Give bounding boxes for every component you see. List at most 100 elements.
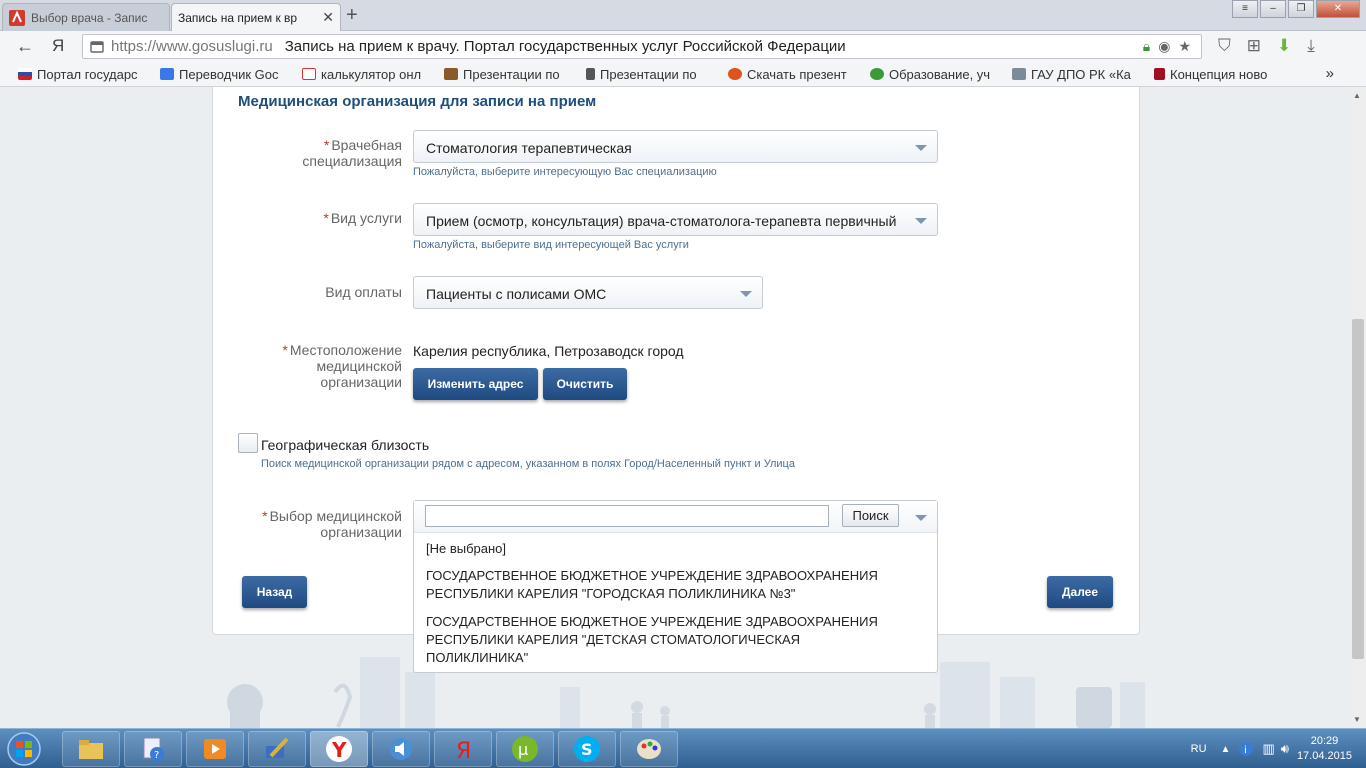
yandex-icon: Я <box>456 739 471 762</box>
geo-proximity-hint: Поиск медицинской организации рядом с ад… <box>261 458 795 470</box>
geo-proximity-checkbox[interactable] <box>238 433 258 453</box>
volume-taskbar-button[interactable] <box>372 731 430 767</box>
dropdown-option[interactable]: ГОСУДАРСТВЕННОЕ БЮДЖЕТНОЕ УЧРЕЖДЕНИЕ ЗДР… <box>414 567 937 603</box>
clock[interactable]: 20:29 17.04.2015 <box>1297 734 1352 764</box>
yandex-favicon-icon <box>302 68 316 80</box>
scrollbar-thumb[interactable] <box>1352 319 1364 659</box>
svg-text:S: S <box>581 740 593 759</box>
payment-select[interactable]: Пациенты с полисами ОМС <box>413 276 763 309</box>
education-icon <box>870 68 884 80</box>
bookmark-flag-icon <box>1154 68 1165 80</box>
tray-arrow-icon[interactable]: ▲ <box>1221 744 1231 755</box>
tab-doctor-selection[interactable]: Выбор врача - Запис <box>2 3 170 31</box>
bookmark-item[interactable]: Скачать презент <box>728 67 856 82</box>
bookmark-item[interactable]: ГАУ ДПО РК «Ка <box>1012 67 1140 82</box>
paint-brush-taskbar-button[interactable] <box>248 731 306 767</box>
skype-taskbar-button[interactable]: S <box>558 731 616 767</box>
organization-dropdown[interactable]: Поиск [Не выбрано] ГОСУДАРСТВЕННОЕ БЮДЖЕ… <box>413 500 938 673</box>
address-field[interactable]: https://www.gosuslugi.ru Запись на прием… <box>82 34 1202 59</box>
lock-icon[interactable]: 🔒︎ <box>1143 38 1150 55</box>
tab-label: Выбор врача - Запис <box>31 10 148 25</box>
yandex-taskbar-button[interactable]: Я <box>434 731 492 767</box>
language-indicator[interactable]: RU <box>1191 743 1207 755</box>
next-button[interactable]: Далее <box>1047 576 1113 608</box>
geo-proximity-label: Географическая близость <box>261 437 430 453</box>
yandex-icon[interactable]: Я <box>52 36 64 56</box>
bookmarks-more-icon[interactable]: » <box>1326 65 1334 82</box>
hourglass-icon <box>586 68 595 80</box>
page-title-text: Запись на прием к врачу. Портал государс… <box>284 38 846 55</box>
payment-label: Вид оплаты <box>325 284 402 300</box>
maximize-icon[interactable]: ❐ <box>1288 0 1314 18</box>
menu-icon[interactable]: ≡ <box>1232 0 1258 18</box>
page-info-icon[interactable] <box>89 39 105 55</box>
close-window-icon[interactable]: ✕ <box>1316 0 1360 18</box>
service-select[interactable]: Прием (осмотр, консультация) врача-стома… <box>413 203 938 236</box>
info-icon[interactable]: i <box>1238 741 1254 757</box>
clock-date: 17.04.2015 <box>1296 750 1352 762</box>
clear-button[interactable]: Очистить <box>543 368 627 400</box>
bookmark-item[interactable]: Образование, уч <box>870 67 998 82</box>
location-value: Карелия республика, Петрозаводск город <box>413 343 684 359</box>
yandex-browser-taskbar-button[interactable]: Y <box>310 731 368 767</box>
close-tab-icon[interactable]: ✕ <box>322 9 334 26</box>
grid-icon[interactable]: ⊞ <box>1247 36 1261 56</box>
page-content: Медицинская организация для записи на пр… <box>0 87 1366 728</box>
specialization-value: Стоматология терапевтическая <box>426 140 632 156</box>
dropdown-option[interactable]: ГОСУДАРСТВЕННОЕ БЮДЖЕТНОЕ УЧРЕЖДЕНИЕ ЗДР… <box>414 613 937 667</box>
change-address-button[interactable]: Изменить адрес <box>413 368 538 400</box>
search-button[interactable]: Поиск <box>842 504 899 527</box>
bookmark-item[interactable]: Концепция ново <box>1154 67 1282 82</box>
lightbulb-icon[interactable]: ◉ <box>1158 38 1170 55</box>
address-bar-row: ← Я https://www.gosuslugi.ru Запись на п… <box>0 31 1366 62</box>
required-mark: * <box>323 137 330 153</box>
institute-icon <box>1012 68 1026 80</box>
paint-taskbar-button[interactable] <box>620 731 678 767</box>
back-button[interactable]: Назад <box>242 576 307 608</box>
location-label: * Местоположение медицинской организации <box>282 342 402 390</box>
tab-appointment[interactable]: Запись на прием к вр ✕ <box>171 3 341 31</box>
scroll-up-icon[interactable]: ▲ <box>1353 91 1361 100</box>
folder-icon <box>79 740 103 759</box>
windows-start-icon[interactable] <box>2 730 46 768</box>
bookmark-item[interactable]: Переводчик Goc <box>160 67 288 82</box>
media-player-taskbar-button[interactable] <box>186 731 244 767</box>
utorrent-taskbar-button[interactable]: µ <box>496 731 554 767</box>
organization-label: * Выбор медицинской организации <box>262 508 402 540</box>
yandex-browser-icon: Y <box>326 736 352 762</box>
volume-icon[interactable]: 🔊︎ <box>1281 741 1289 757</box>
system-tray: RU ▲ i ▥ 🔊︎ 20:29 17.04.2015 <box>1191 729 1366 768</box>
scroll-down-icon[interactable]: ▼ <box>1353 715 1361 724</box>
svg-text:µ: µ <box>518 740 528 759</box>
network-icon[interactable]: ▥ <box>1262 741 1274 757</box>
toolbar-icons: ⛉ ⊞ ⬇ ⤓ <box>1218 36 1315 56</box>
specialization-hint: Пожалуйста, выберите интересующую Вас сп… <box>413 166 717 178</box>
bookmark-item[interactable]: Презентации по <box>444 67 572 82</box>
back-arrow-icon[interactable]: ← <box>16 36 34 57</box>
downloads-icon[interactable]: ⤓ <box>1307 36 1315 56</box>
help-taskbar-button[interactable]: ? <box>124 731 182 767</box>
shield-icon[interactable]: ⛉ <box>1218 36 1231 56</box>
bookmark-item[interactable]: калькулятор онл <box>302 67 430 82</box>
explorer-taskbar-button[interactable] <box>62 731 120 767</box>
help-document-icon: ? <box>143 737 164 761</box>
section-title: Медицинская организация для записи на пр… <box>238 93 597 110</box>
bookmark-item[interactable]: Портал государс <box>18 67 146 82</box>
minimize-icon[interactable]: – <box>1260 0 1286 18</box>
page-scrollbar[interactable]: ▲ ▼ <box>1350 87 1366 728</box>
chevron-down-icon <box>740 291 752 297</box>
svg-text:?: ? <box>154 750 159 761</box>
organization-search-input[interactable] <box>425 505 829 527</box>
chevron-down-icon[interactable] <box>915 515 927 521</box>
presentation-icon <box>444 68 458 80</box>
new-tab-icon[interactable]: + <box>346 5 358 25</box>
tab-label: Запись на прием к вр <box>178 10 298 25</box>
bookmark-star-icon[interactable]: ★ <box>1178 38 1191 55</box>
specialization-select[interactable]: Стоматология терапевтическая <box>413 130 938 163</box>
download-extension-icon[interactable]: ⬇ <box>1277 36 1291 56</box>
karelia-emblem-icon <box>1076 687 1112 728</box>
media-player-icon <box>204 739 226 759</box>
brush-icon <box>266 737 289 758</box>
bookmark-item[interactable]: Презентации по <box>586 67 714 82</box>
dropdown-option[interactable]: [Не выбрано] <box>414 540 937 558</box>
